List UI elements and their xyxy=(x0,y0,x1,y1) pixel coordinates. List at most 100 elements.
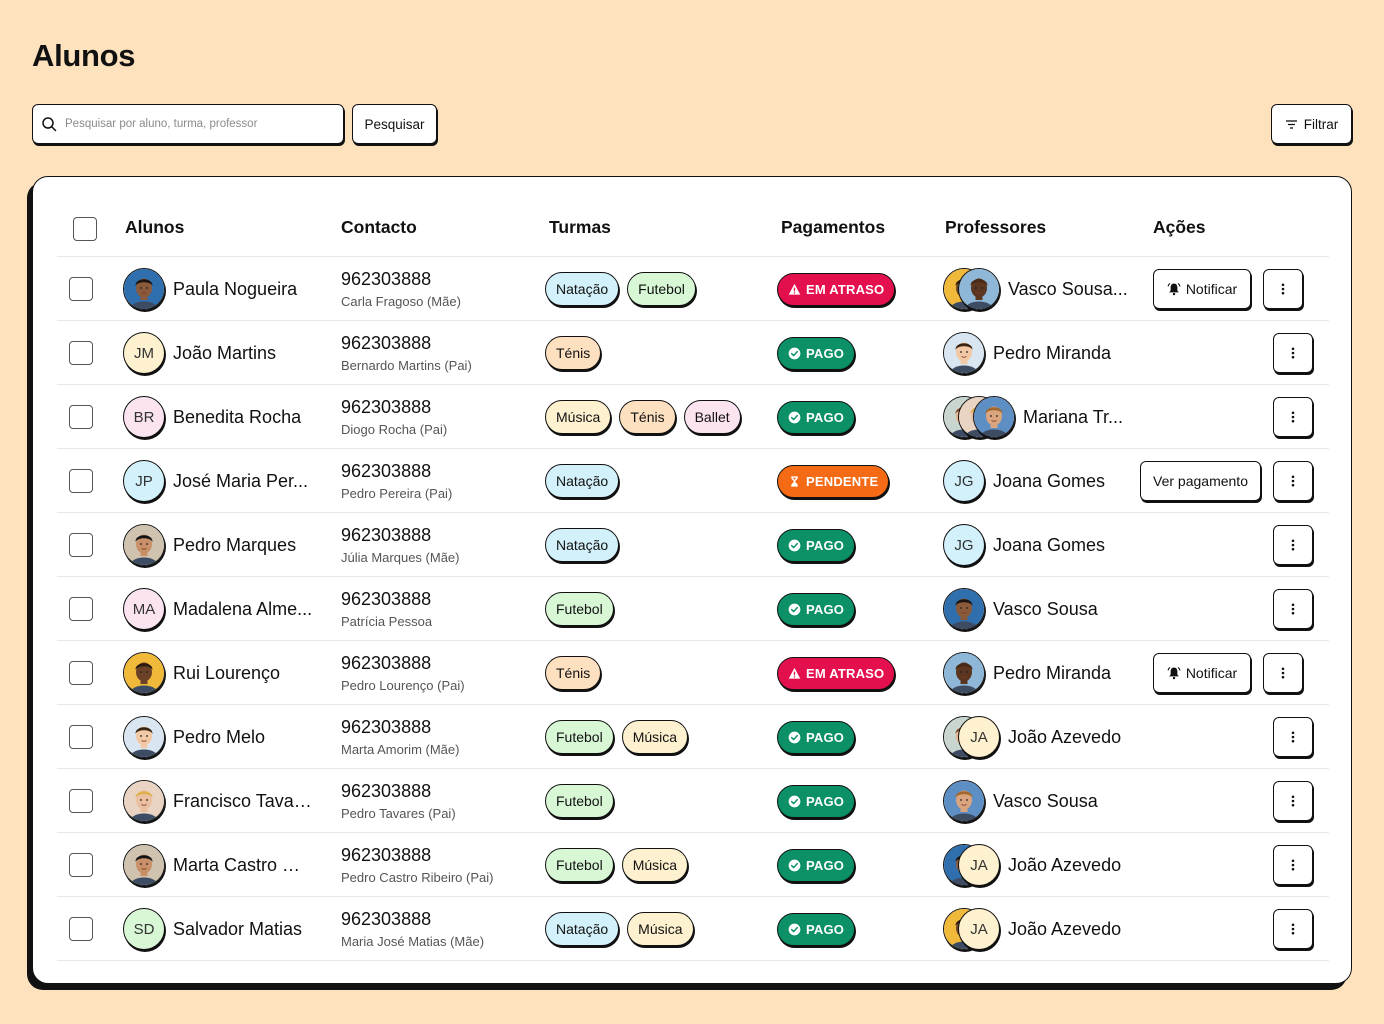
column-header-teachers[interactable]: Professores xyxy=(945,217,1046,238)
class-tag[interactable]: Ténis xyxy=(545,336,602,370)
page-title: Alunos xyxy=(32,38,136,73)
student-name[interactable]: Paula Nogueira xyxy=(173,279,313,300)
column-header-students[interactable]: Alunos xyxy=(125,217,184,238)
more-vertical-icon xyxy=(1291,603,1295,615)
view-payment-button[interactable]: Ver pagamento xyxy=(1140,461,1261,501)
teacher-name[interactable]: Joana Gomes xyxy=(993,471,1105,492)
column-header-contact[interactable]: Contacto xyxy=(341,217,417,238)
more-actions-button[interactable] xyxy=(1263,269,1303,309)
class-tag[interactable]: Futebol xyxy=(545,784,614,818)
search-box[interactable] xyxy=(32,104,344,144)
bell-icon xyxy=(1167,666,1181,680)
class-tag[interactable]: Música xyxy=(621,720,689,754)
more-actions-button[interactable] xyxy=(1273,781,1313,821)
filter-button[interactable]: Filtrar xyxy=(1271,104,1352,144)
column-header-classes[interactable]: Turmas xyxy=(549,217,611,238)
table-row[interactable]: JP José Maria Per... 962303888 Pedro Pereir… xyxy=(57,449,1329,513)
class-tag[interactable]: Natação xyxy=(545,272,620,306)
class-tags: Natação Música xyxy=(545,912,694,946)
more-actions-button[interactable] xyxy=(1273,589,1313,629)
table-row[interactable]: Marta Castro Ri... 962303888 Pedro Castro … xyxy=(57,833,1329,897)
student-name[interactable]: João Martins xyxy=(173,343,313,364)
row-checkbox[interactable] xyxy=(69,789,93,813)
student-name[interactable]: Madalena Alme... xyxy=(173,599,313,620)
more-actions-button[interactable] xyxy=(1263,653,1303,693)
notify-button[interactable]: Notificar xyxy=(1153,653,1251,693)
table-row[interactable]: Pedro Marques 962303888 Júlia Marques (Mãe… xyxy=(57,513,1329,577)
student-name[interactable]: Pedro Marques xyxy=(173,535,313,556)
student-name[interactable]: Rui Lourenço xyxy=(173,663,313,684)
teacher-avatar xyxy=(943,588,985,630)
more-actions-button[interactable] xyxy=(1273,717,1313,757)
payment-status-badge: PAGO xyxy=(777,593,856,626)
more-actions-button[interactable] xyxy=(1273,909,1313,949)
payment-status-badge: EM ATRASO xyxy=(777,657,896,690)
table-row[interactable]: MA Madalena Alme... 962303888 Patrícia Pess… xyxy=(57,577,1329,641)
contact-parent: Diogo Rocha (Pai) xyxy=(341,422,448,437)
class-tag[interactable]: Futebol xyxy=(545,848,614,882)
class-tag[interactable]: Natação xyxy=(545,464,620,498)
teacher-name[interactable]: Joana Gomes xyxy=(993,535,1105,556)
table-row[interactable]: SD Salvador Matias 962303888 Maria José Mat… xyxy=(57,897,1329,961)
teacher-name[interactable]: João Azevedo xyxy=(1008,919,1121,940)
table-row[interactable]: JM João Martins 962303888 Bernardo Martins … xyxy=(57,321,1329,385)
class-tag[interactable]: Natação xyxy=(545,528,620,562)
class-tag[interactable]: Natação xyxy=(545,912,620,946)
table-row[interactable]: Paula Nogueira 962303888 Carla Fragoso (Mã… xyxy=(57,257,1329,321)
student-name[interactable]: Pedro Melo xyxy=(173,727,313,748)
class-tags: Natação Futebol xyxy=(545,272,696,306)
more-vertical-icon xyxy=(1281,667,1285,679)
class-tag[interactable]: Futebol xyxy=(545,720,614,754)
payment-status-badge: PAGO xyxy=(777,785,856,818)
student-name[interactable]: José Maria Per... xyxy=(173,471,313,492)
more-actions-button[interactable] xyxy=(1273,333,1313,373)
row-checkbox[interactable] xyxy=(69,405,93,429)
class-tag[interactable]: Música xyxy=(545,400,612,434)
teacher-name[interactable]: Vasco Sousa xyxy=(993,599,1098,620)
select-all-checkbox[interactable] xyxy=(73,217,97,241)
teacher-name[interactable]: João Azevedo xyxy=(1008,855,1121,876)
row-checkbox[interactable] xyxy=(69,661,93,685)
teacher-name[interactable]: Pedro Miranda xyxy=(993,663,1111,684)
student-name[interactable]: Salvador Matias xyxy=(173,919,313,940)
student-avatar xyxy=(123,268,165,310)
more-actions-button[interactable] xyxy=(1273,461,1313,501)
student-name[interactable]: Francisco Tavar... xyxy=(173,791,313,812)
teacher-name[interactable]: Vasco Sousa... xyxy=(1008,279,1128,300)
more-actions-button[interactable] xyxy=(1273,845,1313,885)
class-tag[interactable]: Ballet xyxy=(683,400,741,434)
teacher-name[interactable]: Pedro Miranda xyxy=(993,343,1111,364)
table-row[interactable]: BR Benedita Rocha 962303888 Diogo Rocha (Pa… xyxy=(57,385,1329,449)
student-avatar xyxy=(123,844,165,886)
class-tag[interactable]: Ténis xyxy=(619,400,676,434)
teacher-name[interactable]: Mariana Tr... xyxy=(1023,407,1123,428)
row-checkbox[interactable] xyxy=(69,597,93,621)
row-checkbox[interactable] xyxy=(69,277,93,301)
more-actions-button[interactable] xyxy=(1273,525,1313,565)
contact-phone: 962303888 xyxy=(341,653,432,673)
teacher-name[interactable]: João Azevedo xyxy=(1008,727,1121,748)
row-checkbox[interactable] xyxy=(69,341,93,365)
class-tag[interactable]: Música xyxy=(621,848,689,882)
row-checkbox[interactable] xyxy=(69,533,93,557)
row-checkbox[interactable] xyxy=(69,917,93,941)
table-row[interactable]: Pedro Melo 962303888 Marta Amorim (Mãe) Fut… xyxy=(57,705,1329,769)
class-tag[interactable]: Futebol xyxy=(545,592,614,626)
class-tag[interactable]: Ténis xyxy=(545,656,602,690)
teacher-name[interactable]: Vasco Sousa xyxy=(993,791,1098,812)
class-tag[interactable]: Futebol xyxy=(627,272,696,306)
table-row[interactable]: Rui Lourenço 962303888 Pedro Lourenço (Pai… xyxy=(57,641,1329,705)
class-tag[interactable]: Música xyxy=(627,912,694,946)
table-row[interactable]: Francisco Tavar... 962303888 Pedro Tavares… xyxy=(57,769,1329,833)
row-checkbox[interactable] xyxy=(69,725,93,749)
row-checkbox[interactable] xyxy=(69,853,93,877)
class-tags: Futebol Música xyxy=(545,848,689,882)
more-actions-button[interactable] xyxy=(1273,397,1313,437)
student-name[interactable]: Marta Castro Ri... xyxy=(173,855,313,876)
search-button[interactable]: Pesquisar xyxy=(352,104,437,144)
notify-button[interactable]: Notificar xyxy=(1153,269,1251,309)
search-input[interactable] xyxy=(65,118,325,130)
row-checkbox[interactable] xyxy=(69,469,93,493)
column-header-payments[interactable]: Pagamentos xyxy=(781,217,885,238)
student-name[interactable]: Benedita Rocha xyxy=(173,407,313,428)
